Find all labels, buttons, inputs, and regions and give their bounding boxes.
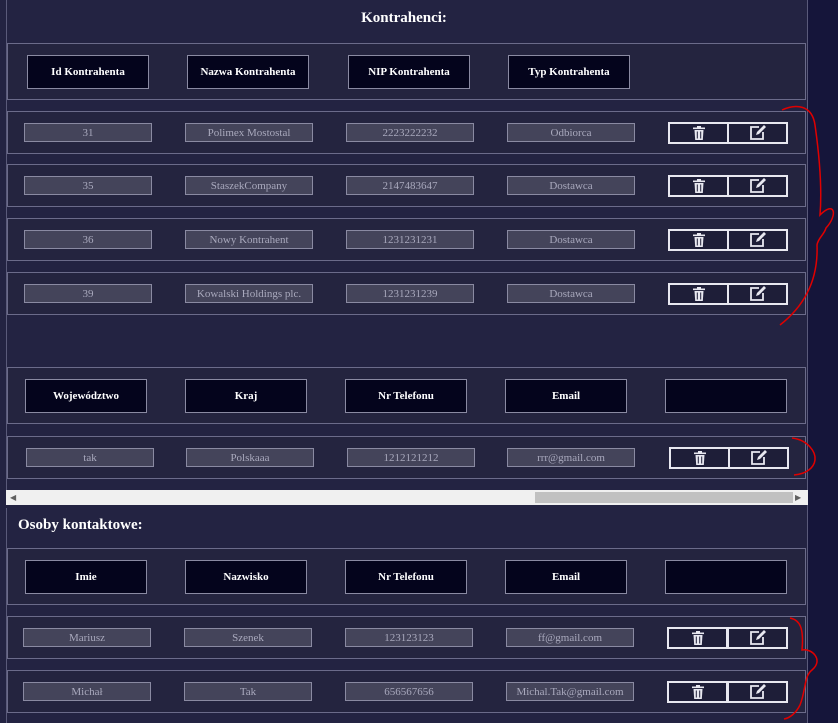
annotation-bracket <box>791 437 816 476</box>
annotation-bracket <box>783 617 818 720</box>
annotation-brackets <box>779 105 835 720</box>
annotation-bracket <box>779 105 835 326</box>
